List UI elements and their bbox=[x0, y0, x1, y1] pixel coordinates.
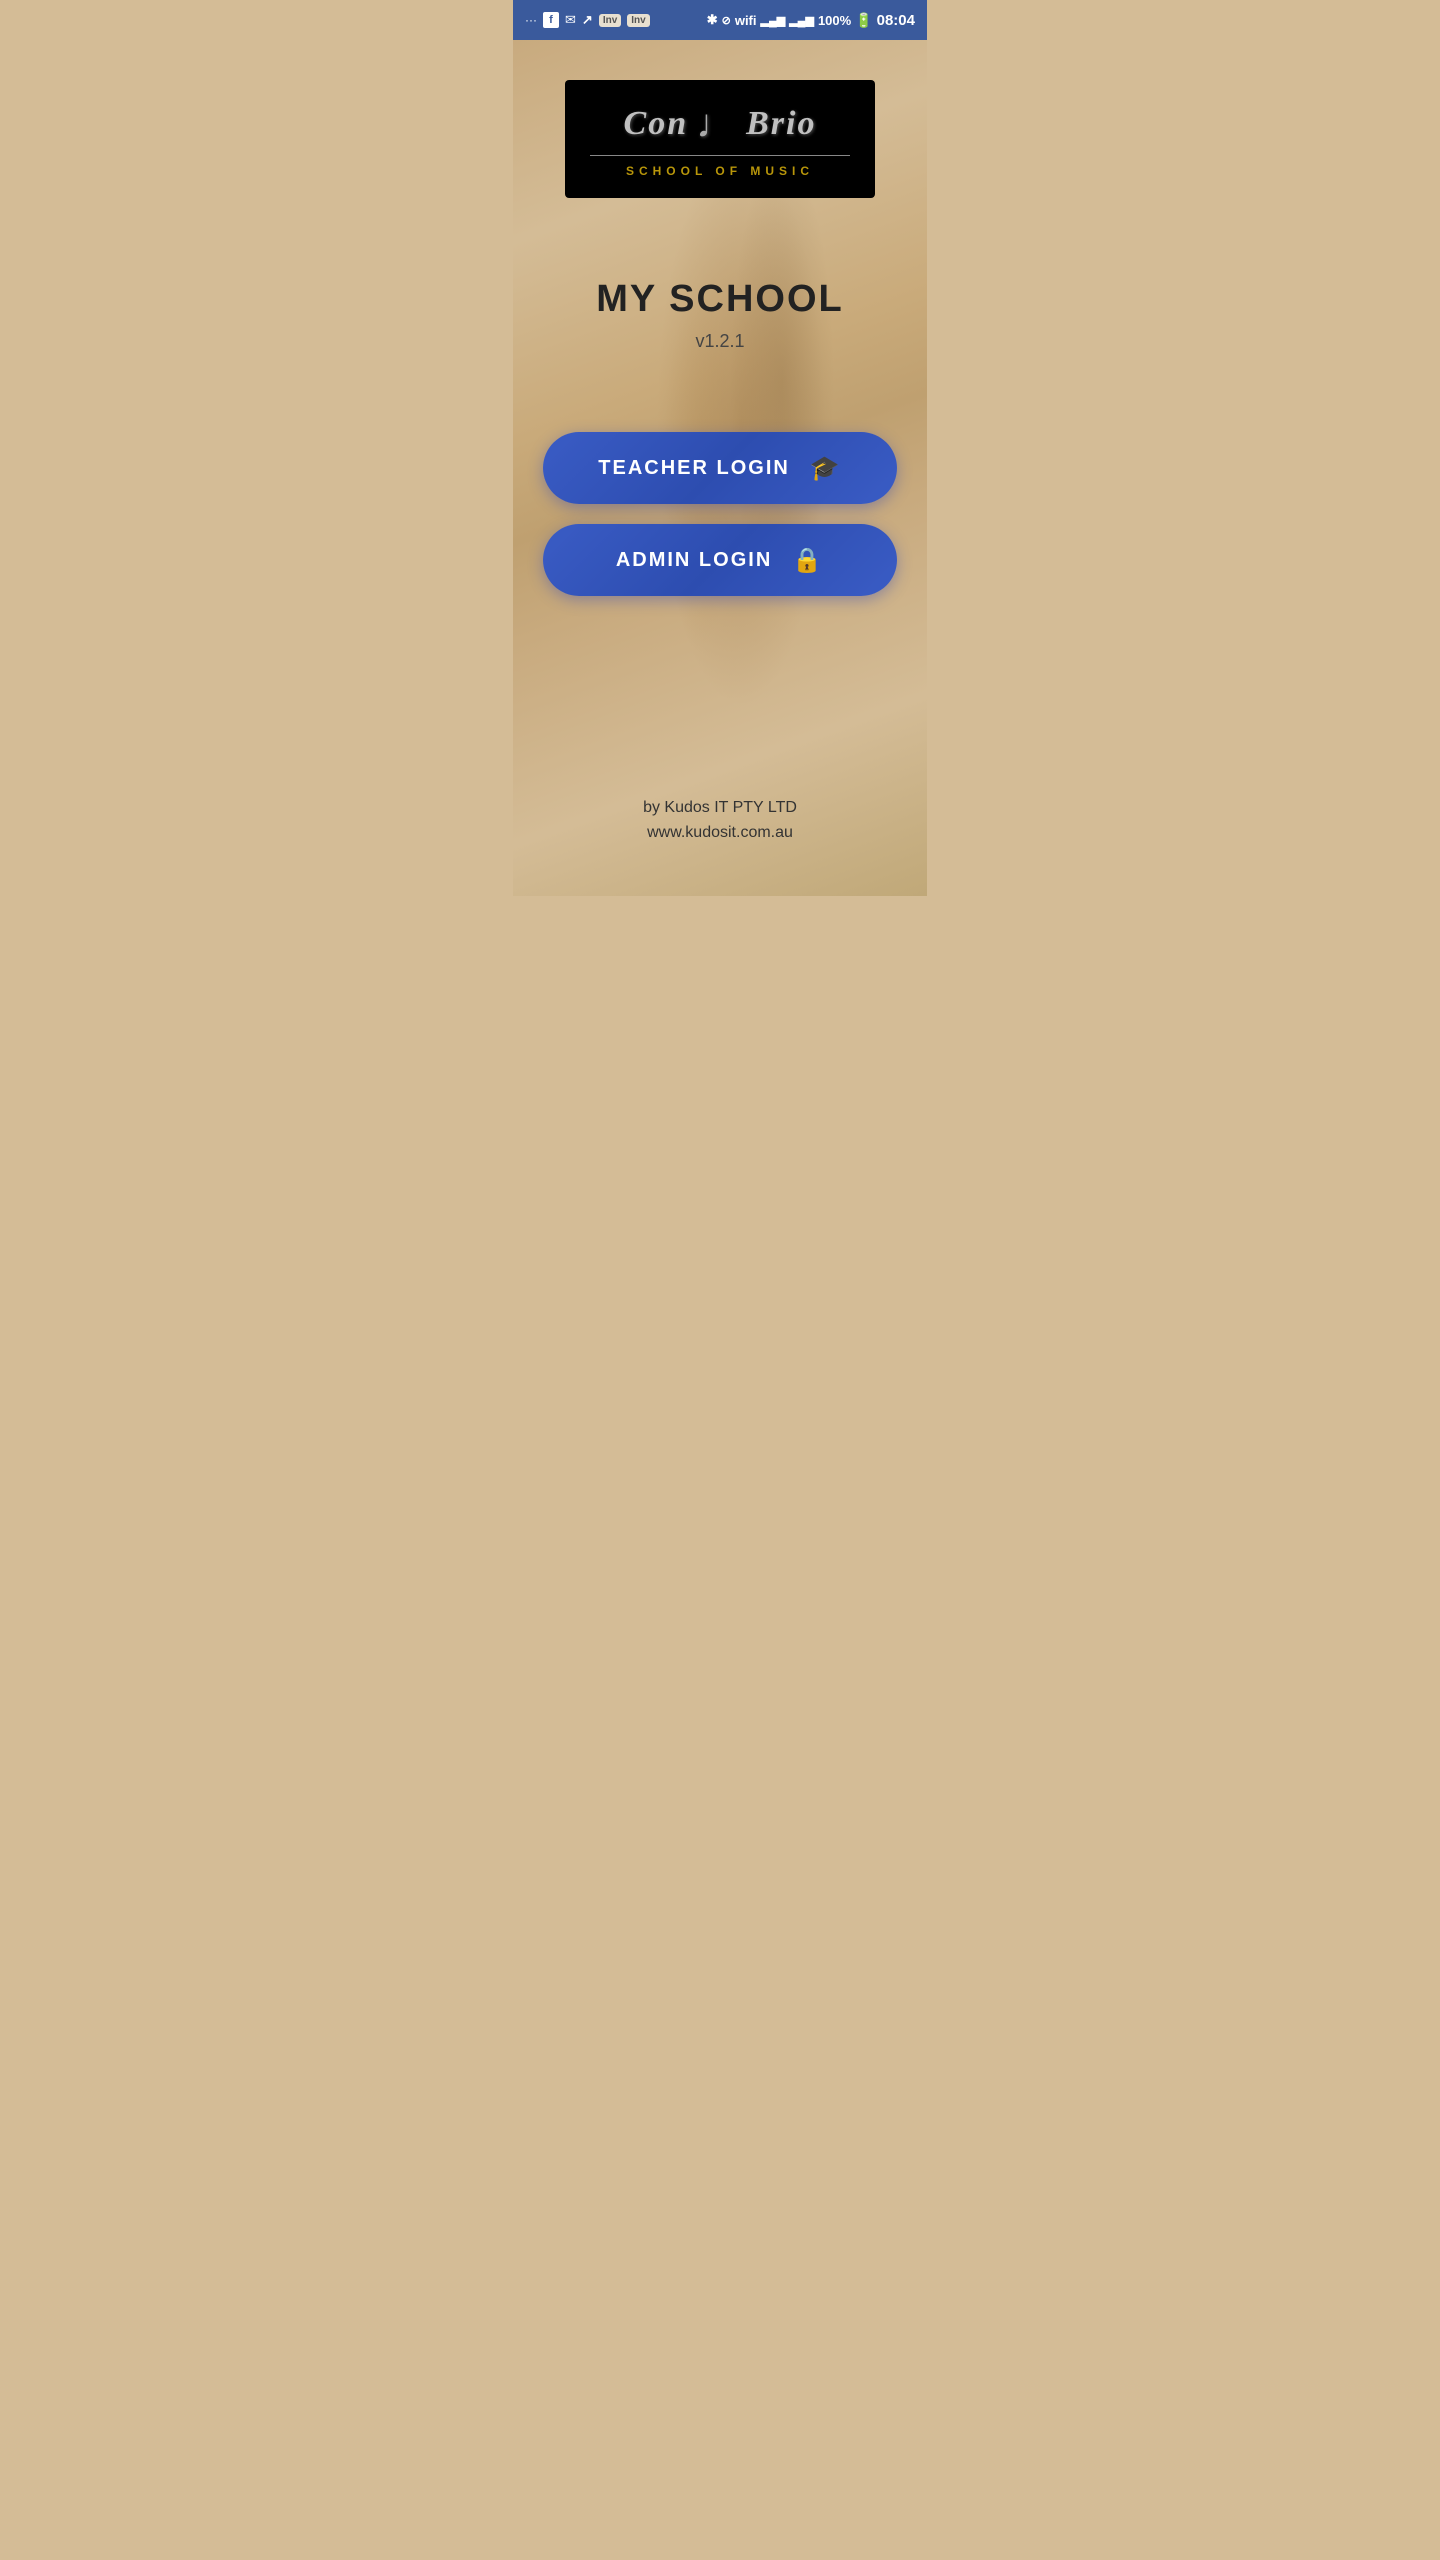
footer-line1: by Kudos IT PTY LTD bbox=[643, 799, 797, 816]
admin-login-button[interactable]: ADMIN LOGIN 🔒 bbox=[543, 524, 897, 596]
lock-icon: 🔒 bbox=[792, 546, 824, 575]
logo-divider bbox=[590, 155, 850, 156]
signal-bars-1: ▂▄▆ bbox=[761, 14, 786, 27]
graduation-icon: 🎓 bbox=[810, 454, 842, 483]
wifi-icon: wifi bbox=[735, 13, 757, 28]
footer: by Kudos IT PTY LTD www.kudosit.com.au bbox=[643, 795, 797, 846]
status-bar: f Inv Inv ✱ ⊘ wifi ▂▄▆ ▂▄▆ 100% 🔋 08:04 bbox=[513, 0, 927, 40]
signal-bars-2: ▂▄▆ bbox=[789, 14, 814, 27]
footer-line2: www.kudosit.com.au bbox=[647, 824, 793, 841]
logo-con: Con bbox=[624, 105, 689, 143]
teacher-login-button[interactable]: TEACHER LOGIN 🎓 bbox=[543, 432, 897, 504]
logo-note: ♩ bbox=[696, 100, 738, 147]
dots-icon bbox=[525, 13, 537, 27]
logo-brio: Brio bbox=[746, 105, 816, 143]
teacher-login-label: TEACHER LOGIN bbox=[598, 457, 790, 480]
app-version: v1.2.1 bbox=[695, 331, 744, 352]
status-time: 08:04 bbox=[877, 12, 915, 29]
chart-icon bbox=[582, 12, 593, 28]
inv-icon-1: Inv bbox=[599, 14, 621, 27]
facebook-icon: f bbox=[543, 12, 559, 28]
status-bar-right: ✱ ⊘ wifi ▂▄▆ ▂▄▆ 100% 🔋 08:04 bbox=[707, 12, 915, 29]
mail-icon bbox=[565, 12, 576, 28]
main-container: Con ♩ Brio SCHOOL OF MUSIC MY SCHOOL v1.… bbox=[513, 40, 927, 896]
logo-title: Con ♩ Brio bbox=[590, 100, 850, 147]
status-bar-left: f Inv Inv bbox=[525, 12, 650, 28]
app-title: MY SCHOOL bbox=[596, 278, 843, 321]
admin-login-label: ADMIN LOGIN bbox=[616, 549, 772, 572]
battery-icon: 🔋 bbox=[855, 12, 872, 29]
logo-subtitle: SCHOOL OF MUSIC bbox=[590, 164, 850, 178]
login-buttons: TEACHER LOGIN 🎓 ADMIN LOGIN 🔒 bbox=[543, 432, 897, 596]
bluetooth-icon: ✱ bbox=[707, 12, 718, 28]
inv-icon-2: Inv bbox=[627, 14, 649, 27]
no-signal-icon: ⊘ bbox=[722, 14, 731, 27]
battery-percentage: 100% bbox=[818, 13, 851, 28]
app-logo: Con ♩ Brio SCHOOL OF MUSIC bbox=[565, 80, 875, 198]
